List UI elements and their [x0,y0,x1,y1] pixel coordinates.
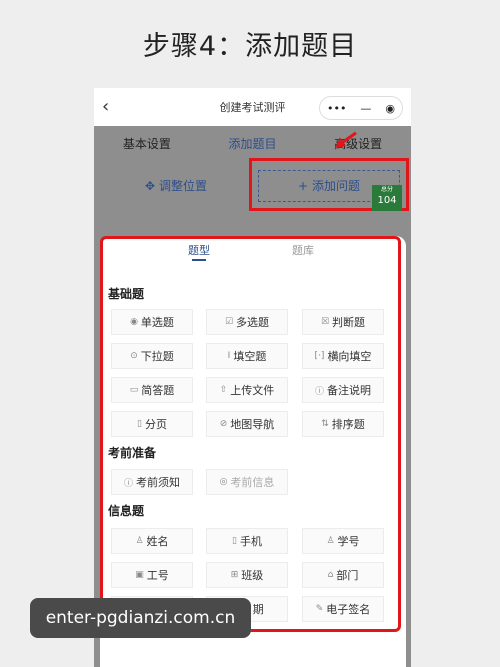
watermark: enter-pgdianzi.com.cn [30,598,251,638]
total-score-badge: 总分 104 [372,185,402,211]
tab-advanced-settings[interactable]: 高级设置 [305,126,411,162]
page-heading: 步骤4：添加题目 [142,31,358,62]
minimize-icon[interactable]: — [360,102,371,115]
adjust-position-button[interactable]: ✥ 调整位置 [110,170,242,202]
adjust-position-label: 调整位置 [158,179,207,193]
total-score-value: 104 [377,195,397,206]
tab-basic-settings[interactable]: 基本设置 [94,126,200,162]
tab-add-questions[interactable]: 添加题目 [200,126,306,162]
highlight-box-sheet [100,236,401,632]
total-score-label: 总分 [380,186,393,193]
mini-program-capsule: ••• — ◉ [319,96,403,120]
more-icon[interactable]: ••• [327,102,346,115]
tab-bar: 基本设置 添加题目 高级设置 [94,126,411,162]
nav-bar: ‹ 创建考试测评 ••• — ◉ [94,88,411,126]
move-icon: ✥ [145,179,156,193]
close-record-icon[interactable]: ◉ [385,102,395,115]
